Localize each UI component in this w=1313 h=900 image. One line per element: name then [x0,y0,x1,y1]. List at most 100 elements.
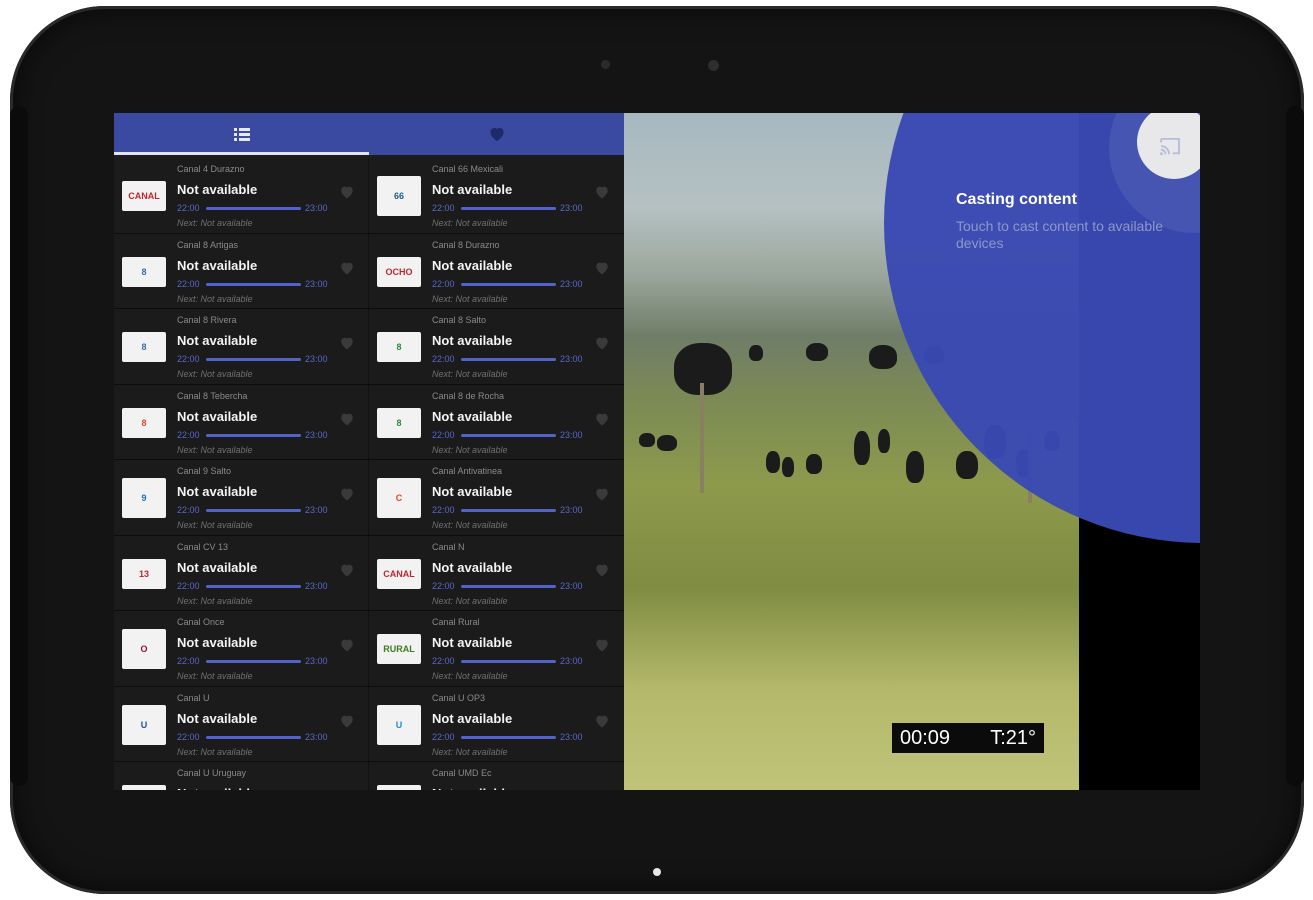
video-scene-animal [806,343,828,361]
program-progress-bar [206,660,301,663]
program-progress-bar [461,282,556,286]
channel-logo: U [377,704,421,745]
channel-logo-text: C [395,493,403,503]
favorite-heart-icon[interactable] [339,412,355,431]
favorite-heart-icon[interactable] [594,261,610,280]
current-program: Not available [177,408,258,424]
program-start-time: 22:00 [177,429,200,440]
current-program: Not available [177,635,258,650]
channel-item[interactable]: 8 Canal 8 Salto Not available 22:00 23:00 Nex… [369,309,624,384]
program-end-time: 23:00 [305,580,328,591]
home-indicator[interactable] [653,868,661,876]
channel-item[interactable]: Canal UMD Ec Not available [369,762,624,790]
favorite-heart-icon[interactable] [594,714,610,733]
program-end-time: 23:00 [305,203,328,213]
channel-item[interactable]: U Canal U Not available 22:00 23:00 Next: Not… [114,686,369,761]
channel-logo: 8 [377,332,421,362]
favorite-heart-icon[interactable] [594,789,610,790]
program-start-time: 22:00 [177,731,200,742]
current-program: Not available [177,710,258,726]
favorite-heart-icon[interactable] [594,638,610,657]
program-start-time: 22:00 [177,656,200,666]
video-temperature: T:21° [990,726,1036,749]
next-program: Next: Not available [432,520,508,530]
video-scene-animal [749,345,763,361]
channel-name: Canal 8 Artigas [177,239,239,250]
channel-name: Canal N [432,541,465,552]
favorite-heart-icon[interactable] [339,563,355,582]
program-progress-bar [461,358,556,361]
favorite-heart-icon[interactable] [339,638,355,657]
channel-name: Canal U [177,692,210,703]
favorite-heart-icon[interactable] [594,487,610,506]
channel-item[interactable]: 9 Canal 9 Salto Not available 22:00 23:00 Nex… [114,460,369,535]
program-start-time: 22:00 [432,656,455,666]
program-progress-bar [461,660,556,663]
favorite-heart-icon[interactable] [339,261,355,280]
channel-row: 8 Canal 8 Artigas Not available 22:00 23:00 N… [114,233,624,309]
channel-logo: 13 [122,558,166,589]
channel-item[interactable]: OCHO Canal 8 Durazno Not available 22:00 23:… [369,233,624,308]
channel-item[interactable]: 8 Canal 8 de Rocha Not available 22:00 23:00… [369,384,624,459]
channel-item[interactable]: C Canal Antivatinea Not available 22:00 23:0… [369,460,624,535]
favorite-heart-icon[interactable] [339,487,355,506]
video-scene-bird [806,454,822,474]
current-program: Not available [432,559,513,575]
channel-logo-text: O [140,644,148,654]
favorite-heart-icon[interactable] [339,336,355,355]
video-scene-bird [782,457,794,477]
favorite-heart-icon[interactable] [594,336,610,355]
tab-all-channels[interactable] [114,113,369,155]
channel-item[interactable]: RURAL Canal Rural Not available 22:00 23:00 N… [369,611,624,686]
current-program: Not available [177,333,258,348]
channel-item[interactable]: 8 Canal 8 Rivera Not available 22:00 23:00 Ne… [114,309,369,384]
next-program: Next: Not available [432,444,508,455]
next-program: Next: Not available [177,293,253,304]
current-program: Not available [177,484,258,499]
program-progress-bar [461,509,556,512]
channel-item[interactable]: U Canal U OP3 Not available 22:00 23:00 Next:… [369,686,624,761]
channel-logo-text: OCHO [385,266,413,277]
channel-logo: 8 [377,407,421,438]
program-start-time: 22:00 [177,354,200,364]
program-progress-bar [206,207,301,210]
front-sensor [601,60,610,69]
favorite-heart-icon[interactable] [594,185,610,204]
channel-item[interactable]: CANAL Canal N Not available 22:00 23:00 Next:… [369,535,624,610]
favorite-heart-icon[interactable] [339,185,355,204]
video-scene-bird [766,451,780,473]
favorite-heart-icon[interactable] [339,714,355,733]
tab-favorites[interactable] [369,113,624,155]
program-progress-bar [461,584,556,588]
favorite-heart-icon[interactable] [594,563,610,582]
favorite-heart-icon[interactable] [339,789,355,790]
channel-logo: CANAL [122,181,166,211]
next-program: Next: Not available [177,595,253,606]
program-start-time: 22:00 [432,203,455,213]
current-program: Not available [177,559,258,575]
program-progress-bar [206,509,301,512]
channel-item[interactable]: 8 Canal 8 Tebercha Not available 22:00 23:00… [114,384,369,459]
program-end-time: 23:00 [560,731,583,742]
video-overlay-clock: 00:09 T:21° [892,723,1044,753]
program-end-time: 23:00 [305,731,328,742]
channel-item[interactable]: 8 Canal 8 Artigas Not available 22:00 23:00 N… [114,233,369,308]
channel-logo: C [377,478,421,518]
program-start-time: 22:00 [432,278,455,289]
channel-name: Canal 9 Salto [177,466,232,476]
channel-item[interactable]: Canal U Uruguay Not available [114,762,369,790]
channel-name: Canal UMD Ec [432,768,492,778]
video-scene-bird [657,435,677,451]
channel-item[interactable]: 66 Canal 66 Mexicali Not available 22:00 23:… [369,158,624,233]
tab-bar [114,113,624,155]
favorite-heart-icon[interactable] [594,412,610,431]
channel-item[interactable]: O Canal Once Not available 22:00 23:00 Next: … [114,611,369,686]
program-start-time: 22:00 [432,354,455,364]
program-start-time: 22:00 [432,580,455,591]
video-time: 00:09 [900,726,951,749]
channel-item[interactable]: CANAL Canal 4 Durazno Not available 22:00 23… [114,158,369,233]
channel-item[interactable]: 13 Canal CV 13 Not available 22:00 23:00 Next… [114,535,369,610]
channel-name: Canal U Uruguay [177,768,247,778]
channel-logo: 9 [122,478,166,518]
cast-showcase-description: Touch to cast content to available devic… [956,218,1164,251]
